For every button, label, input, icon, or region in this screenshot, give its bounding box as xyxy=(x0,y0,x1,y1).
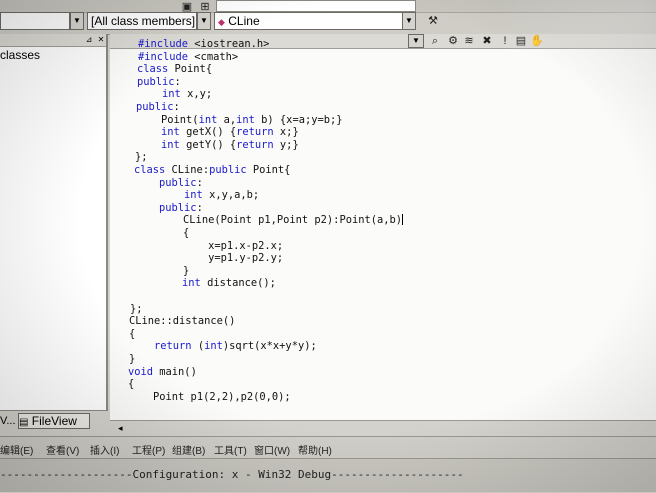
tab-fileview-label: FileView xyxy=(31,414,77,428)
wizard-icon[interactable]: ⚒ xyxy=(426,14,440,28)
code-line[interactable]: }; xyxy=(135,151,148,164)
code-keyword: int xyxy=(161,138,180,151)
code-line[interactable]: } xyxy=(133,265,189,278)
code-keyword: public xyxy=(136,101,174,113)
compile-icon-2[interactable]: ≋ xyxy=(462,34,476,48)
menu-window[interactable]: 窗口(W) xyxy=(254,442,290,457)
code-line[interactable]: Point p1(2,2),p2(0,0); xyxy=(128,391,291,404)
code-line[interactable]: return (int)sqrt(x*x+y*y); xyxy=(129,340,317,353)
tab-classview-label: V... xyxy=(0,415,16,427)
text-cursor xyxy=(402,214,403,226)
code-line[interactable]: int distance(); xyxy=(132,277,276,290)
toolbar: ▼ [All class members] ▼ ◆ CLine ▼ ⚒ ▣ ⊞ xyxy=(0,0,656,35)
code-keyword: void xyxy=(128,365,154,378)
code-keyword: public xyxy=(159,201,197,214)
code-keyword: return xyxy=(236,126,274,139)
code-line[interactable]: public: xyxy=(134,202,203,215)
code-keyword: #include xyxy=(138,38,189,50)
classes-label: classes xyxy=(0,48,41,62)
code-keyword: public xyxy=(209,164,247,176)
code-line[interactable]: class CLine:public Point{ xyxy=(134,164,290,177)
horizontal-scrollbar[interactable]: ◂ xyxy=(110,420,656,435)
workspace-pane-header: ⊿ ✕ xyxy=(0,34,106,47)
code-line[interactable]: public: xyxy=(134,177,203,190)
code-line[interactable]: CLine(Point p1,Point p2):Point(a,b) xyxy=(133,214,403,227)
code-keyword: #include xyxy=(138,50,189,63)
open-icon[interactable]: ▣ xyxy=(180,0,194,14)
code-line[interactable]: public: xyxy=(137,76,181,89)
file-icon: ▤ xyxy=(19,417,29,428)
code-line[interactable]: CLine::distance() xyxy=(129,315,235,328)
pin-icon[interactable]: ⊿ xyxy=(84,35,94,45)
code-keyword: return xyxy=(236,138,274,151)
menu-view[interactable]: 查看(V) xyxy=(46,442,79,457)
breakpoint-icon[interactable]: ✋ xyxy=(530,34,544,48)
menu-bar: 编辑(E) 查看(V) 插入(I) 工程(P) 组建(B) 工具(T) 窗口(W… xyxy=(0,436,656,459)
workspace-tabs: V... ▤ FileView xyxy=(0,410,108,431)
menu-edit[interactable]: 编辑(E) xyxy=(0,442,33,457)
code-line[interactable]: void main() xyxy=(128,366,197,379)
compile-icon[interactable]: ⊞ xyxy=(198,0,212,14)
code-line[interactable]: int getY() {return y;} xyxy=(136,139,299,152)
menu-build[interactable]: 组建(B) xyxy=(172,442,205,457)
code-line[interactable]: { xyxy=(128,378,134,391)
tab-fileview[interactable]: ▤ FileView xyxy=(18,413,90,429)
code-line[interactable]: int x,y; xyxy=(137,88,212,101)
code-keyword: return xyxy=(154,340,192,353)
members-combo-dropdown[interactable]: ▼ xyxy=(197,12,211,30)
code-keyword: int xyxy=(236,113,255,126)
menu-help[interactable]: 帮助(H) xyxy=(298,442,332,457)
code-line[interactable]: { xyxy=(133,227,189,240)
code-keyword: int xyxy=(161,126,180,139)
output-pane: --------------------Configuration: x - W… xyxy=(0,458,656,493)
build-icon[interactable]: ⚙ xyxy=(446,34,460,48)
menu-project[interactable]: 工程(P) xyxy=(132,442,165,457)
code-line[interactable]: #include <iostrean.h> xyxy=(138,38,269,51)
code-keyword: public xyxy=(137,75,175,88)
execute-icon[interactable]: ! xyxy=(498,34,512,48)
function-icon: ◆ xyxy=(218,17,225,27)
code-keyword: int xyxy=(182,277,201,290)
code-keyword: class xyxy=(137,63,169,76)
scope-combo[interactable] xyxy=(0,12,70,30)
menu-insert[interactable]: 插入(I) xyxy=(90,442,119,457)
search-icon[interactable]: ⌕ xyxy=(428,34,442,48)
code-line[interactable]: y=p1.y-p2.y; xyxy=(133,252,283,265)
function-combo[interactable]: ◆ CLine xyxy=(214,12,414,30)
find-dropdown[interactable]: ▼ xyxy=(408,34,424,48)
code-keyword: int xyxy=(162,88,181,101)
configuration-line: --------------------Configuration: x - W… xyxy=(0,468,464,481)
code-line[interactable]: public: xyxy=(136,101,180,114)
code-line[interactable]: int getX() {return x;} xyxy=(136,126,299,139)
tab-classview[interactable]: V... xyxy=(0,415,16,427)
code-editor[interactable]: ▼ ⌕ ⚙ ≋ ✖ ! ▤ ✋ #include <iostrean.h> #in… xyxy=(110,34,656,420)
code-line[interactable]: Point(int a,int b) {x=a;y=b;} xyxy=(136,113,342,127)
scroll-left-icon[interactable]: ◂ xyxy=(118,421,123,435)
code-line[interactable]: int x,y,a,b; xyxy=(134,189,259,202)
classes-tree-root[interactable]: classes xyxy=(0,48,40,62)
scope-combo-dropdown[interactable]: ▼ xyxy=(70,12,84,30)
function-combo-value: CLine xyxy=(228,14,260,28)
code-line[interactable]: class Point{ xyxy=(137,63,212,76)
code-keyword: class xyxy=(134,164,166,176)
code-keyword: int xyxy=(198,113,218,126)
members-combo[interactable]: [All class members] xyxy=(87,12,197,30)
code-line[interactable]: } xyxy=(129,353,135,366)
code-keyword: int xyxy=(204,340,223,353)
go-icon[interactable]: ▤ xyxy=(514,34,528,48)
stop-build-icon[interactable]: ✖ xyxy=(480,34,494,48)
code-line[interactable]: #include <cmath> xyxy=(138,51,238,64)
workspace-pane: ⊿ ✕ classes xyxy=(0,34,108,410)
code-keyword: int xyxy=(184,189,203,202)
code-keyword: public xyxy=(159,176,197,189)
code-line[interactable]: x=p1.x-p2.x; xyxy=(133,240,283,253)
code-line[interactable]: { xyxy=(129,328,135,341)
menu-tools[interactable]: 工具(T) xyxy=(214,442,247,457)
find-combo[interactable] xyxy=(216,0,416,12)
function-combo-dropdown[interactable]: ▼ xyxy=(402,12,416,30)
close-icon[interactable]: ✕ xyxy=(96,35,106,45)
code-line[interactable]: }; xyxy=(130,303,143,316)
